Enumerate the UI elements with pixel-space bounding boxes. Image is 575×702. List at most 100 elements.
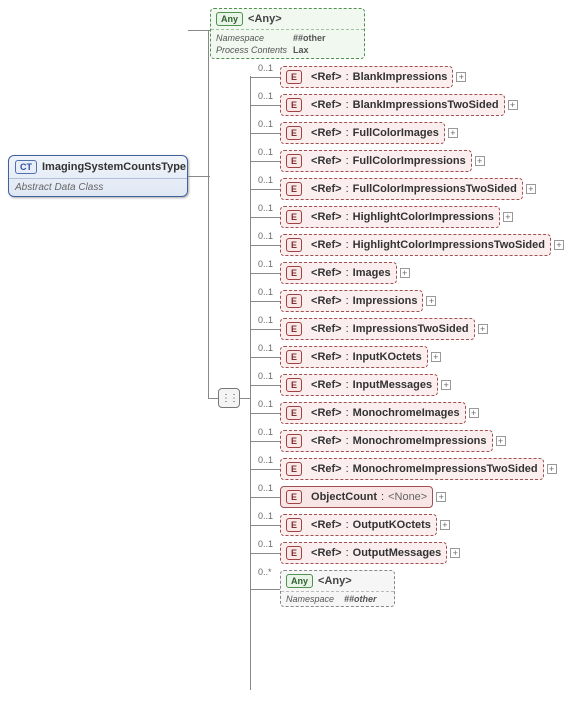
element-node[interactable]: E<Ref> : InputKOctets	[280, 346, 428, 368]
expand-icon[interactable]: +	[526, 184, 536, 194]
ref-name: BlankImpressions	[353, 71, 448, 83]
any-wildcard-bottom-row: 0..*Any<Any>Namespace##other	[250, 570, 570, 607]
expand-icon[interactable]: +	[478, 324, 488, 334]
connector-line	[250, 77, 280, 78]
ref-label: <Ref>	[311, 155, 342, 167]
cardinality-label: 0..1	[258, 147, 273, 157]
separator: :	[346, 267, 349, 279]
element-node[interactable]: E<Ref> : FullColorImpressions	[280, 150, 472, 172]
connector-line	[250, 217, 280, 218]
connector-line	[250, 357, 280, 358]
expand-icon[interactable]: +	[400, 268, 410, 278]
connector-line	[250, 589, 280, 590]
element-node[interactable]: E<Ref> : Impressions	[280, 290, 423, 312]
element-node[interactable]: E<Ref> : MonochromeImpressionsTwoSided	[280, 458, 544, 480]
cardinality-label: 0..1	[258, 119, 273, 129]
separator: :	[346, 239, 349, 251]
expand-icon[interactable]: +	[503, 212, 513, 222]
element-node[interactable]: E<Ref> : BlankImpressionsTwoSided	[280, 94, 505, 116]
process-label: Process Contents	[216, 45, 287, 55]
ref-name: HighlightColorImpressions	[353, 211, 494, 223]
expand-icon[interactable]: +	[431, 352, 441, 362]
element-ref-row: 0..1 E<Ref> : MonochromeImages+	[250, 402, 570, 424]
element-node[interactable]: E<Ref> : FullColorImages	[280, 122, 445, 144]
element-node[interactable]: E<Ref> : OutputKOctets	[280, 514, 437, 536]
ref-label: <Ref>	[311, 99, 342, 111]
connector-line	[250, 329, 280, 330]
element-badge: E	[286, 490, 302, 504]
connector-line	[250, 385, 280, 386]
cardinality-label: 0..1	[258, 371, 273, 381]
separator: :	[346, 183, 349, 195]
element-ref-row: 0..1E<Ref> : BlankImpressionsTwoSided+	[250, 94, 570, 116]
element-ref-row: 0..1E<Ref> : Impressions+	[250, 290, 570, 312]
element-badge: E	[286, 266, 302, 280]
separator: :	[346, 435, 349, 447]
ref-label: <Ref>	[311, 295, 342, 307]
separator: :	[346, 463, 349, 475]
any-title: <Any>	[318, 575, 352, 587]
element-node[interactable]: E<Ref> : HighlightColorImpressions	[280, 206, 500, 228]
connector-line	[250, 497, 280, 498]
connector-line	[208, 30, 209, 398]
ref-label: <Ref>	[311, 463, 342, 475]
ref-name: OutputMessages	[353, 547, 442, 559]
element-badge: E	[286, 462, 302, 476]
element-node[interactable]: E<Ref> : Images	[280, 262, 397, 284]
cardinality-label: 0..1	[258, 399, 273, 409]
element-badge: E	[286, 154, 302, 168]
cardinality-label: 0..1	[258, 203, 273, 213]
ref-label: <Ref>	[311, 435, 342, 447]
expand-icon[interactable]: +	[554, 240, 564, 250]
namespace-value: ##other	[344, 594, 377, 604]
element-node[interactable]: E<Ref> : BlankImpressions	[280, 66, 453, 88]
element-badge: E	[286, 434, 302, 448]
cardinality-label: 0..1	[258, 175, 273, 185]
expand-icon[interactable]: +	[426, 296, 436, 306]
separator: :	[346, 519, 349, 531]
element-badge: E	[286, 210, 302, 224]
expand-icon[interactable]: +	[441, 380, 451, 390]
expand-icon[interactable]: +	[508, 100, 518, 110]
element-ref-row: 0..1E<Ref> : MonochromeImpressionsTwoSid…	[250, 458, 570, 480]
expand-icon[interactable]: +	[436, 492, 446, 502]
element-node[interactable]: E<Ref> : FullColorImpressionsTwoSided	[280, 178, 523, 200]
element-node[interactable]: E<Ref> : ImpressionsTwoSided	[280, 318, 475, 340]
expand-icon[interactable]: +	[496, 436, 506, 446]
expand-icon[interactable]: +	[469, 408, 479, 418]
expand-icon[interactable]: +	[456, 72, 466, 82]
any-wildcard-bottom[interactable]: Any<Any>Namespace##other	[280, 570, 395, 607]
ref-name: FullColorImpressions	[353, 155, 466, 167]
element-node[interactable]: E<Ref> : OutputMessages	[280, 542, 447, 564]
any-header: Any<Any>	[281, 571, 394, 592]
element-node[interactable]: E<Ref> : InputMessages	[280, 374, 438, 396]
connector-line	[250, 525, 280, 526]
namespace-label: Namespace	[216, 33, 287, 43]
connector-line	[240, 398, 250, 399]
expand-icon[interactable]: +	[448, 128, 458, 138]
element-node[interactable]: E<Ref> : HighlightColorImpressionsTwoSid…	[280, 234, 551, 256]
cardinality-label: 0..1	[258, 259, 273, 269]
connector-line	[250, 441, 280, 442]
separator: :	[346, 295, 349, 307]
separator: :	[346, 127, 349, 139]
expand-icon[interactable]: +	[547, 464, 557, 474]
ref-name: MonochromeImpressions	[353, 435, 487, 447]
element-node[interactable]: EObjectCount : <None>	[280, 486, 433, 508]
cardinality-label: 0..1	[258, 455, 273, 465]
connector-line	[250, 301, 280, 302]
element-node[interactable]: E<Ref> : MonochromeImages	[280, 402, 466, 424]
expand-icon[interactable]: +	[440, 520, 450, 530]
cardinality-label: 0..1	[258, 231, 273, 241]
element-ref-row: 0..1 E<Ref> : Images+	[250, 262, 570, 284]
element-ref-row: 0..1E<Ref> : MonochromeImpressions+	[250, 430, 570, 452]
any-wildcard-top: Any <Any> Namespace ##other Process Cont…	[210, 8, 365, 59]
expand-icon[interactable]: +	[450, 548, 460, 558]
element-ref-row: 0..1 E<Ref> : InputMessages+	[250, 374, 570, 396]
element-ref-row: 0..1E<Ref> : ImpressionsTwoSided+	[250, 318, 570, 340]
element-node[interactable]: E <Ref> : MonochromeImpressions	[280, 430, 493, 452]
element-ref-row: 0..1E<Ref> : InputKOctets+	[250, 346, 570, 368]
expand-icon[interactable]: +	[475, 156, 485, 166]
element-badge: E	[286, 350, 302, 364]
ref-name: InputMessages	[353, 379, 432, 391]
